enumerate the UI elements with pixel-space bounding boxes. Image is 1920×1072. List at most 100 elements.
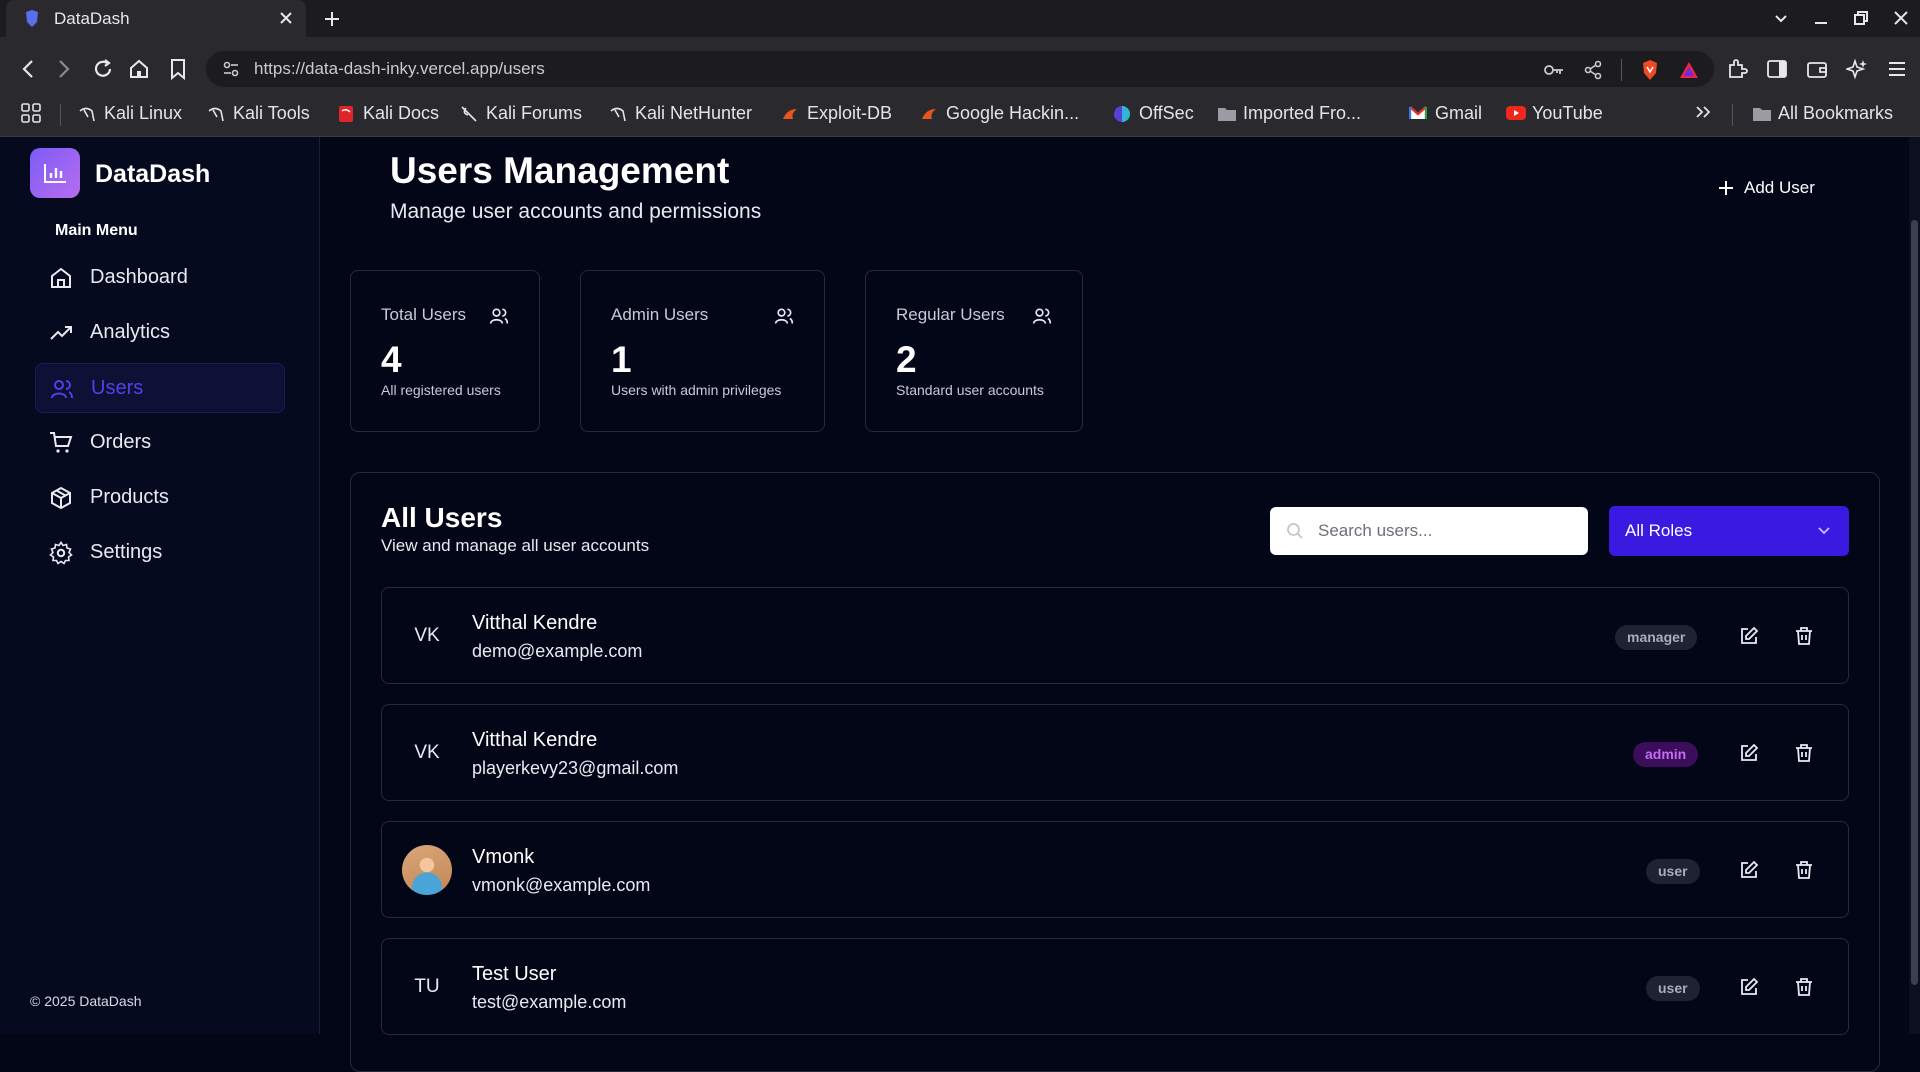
key-icon[interactable] (1543, 60, 1565, 80)
bookmark-label: Kali Forums (486, 103, 583, 123)
menu-icon[interactable] (1886, 58, 1908, 80)
user-name: Vitthal Kendre (472, 729, 598, 751)
users-icon (50, 377, 74, 401)
tab-title: DataDash (54, 9, 130, 28)
offsec-icon (1113, 105, 1131, 123)
trash-icon[interactable] (1794, 977, 1814, 997)
bookmarks-bar: Kali Linux Kali Tools Kali Docs Kali For… (0, 92, 1920, 137)
divider (60, 104, 61, 126)
role-filter-select[interactable]: All Roles (1609, 506, 1849, 556)
search-icon (1286, 522, 1304, 540)
home-icon (49, 266, 73, 290)
back-icon[interactable] (18, 58, 38, 80)
trash-icon[interactable] (1794, 860, 1814, 880)
reload-icon[interactable] (92, 58, 114, 80)
apps-grid-icon[interactable] (20, 102, 42, 124)
close-icon[interactable] (278, 10, 294, 26)
sidebar-toggle-icon[interactable] (1766, 58, 1788, 80)
chevron-down-icon (1817, 524, 1831, 538)
bookmark-offsec[interactable]: OffSec (1113, 103, 1194, 124)
edit-icon[interactable] (1739, 977, 1759, 997)
site-settings-icon[interactable] (222, 60, 240, 78)
users-icon (489, 306, 509, 326)
trash-icon[interactable] (1794, 626, 1814, 646)
tab-search-icon[interactable] (1772, 9, 1790, 27)
sidebar-item-orders[interactable]: Orders (35, 418, 285, 468)
minimize-icon[interactable] (1812, 9, 1830, 27)
bookmark-google-hacking[interactable]: Google Hackin... (920, 103, 1079, 124)
home-browser-icon[interactable] (128, 58, 150, 80)
new-tab-icon[interactable] (322, 9, 342, 29)
user-email: demo@example.com (472, 641, 643, 661)
edit-icon[interactable] (1739, 860, 1759, 880)
search-field[interactable] (1270, 507, 1588, 555)
add-user-label: Add User (1744, 178, 1815, 197)
extensions-icon[interactable] (1726, 58, 1748, 80)
bookmark-label: YouTube (1532, 103, 1603, 123)
user-email: test@example.com (472, 992, 627, 1012)
bar-chart-icon (44, 164, 66, 183)
address-bar[interactable]: https://data-dash-inky.vercel.app/users (206, 51, 1714, 87)
kali-docs-icon (337, 105, 355, 123)
leo-ai-icon[interactable] (1846, 58, 1868, 80)
sidebar-item-dashboard[interactable]: Dashboard (35, 253, 285, 303)
page-subtitle: Manage user accounts and permissions (390, 200, 762, 223)
edit-icon[interactable] (1739, 743, 1759, 763)
copyright: © 2025 DataDash (30, 993, 142, 1009)
folder-icon (1217, 105, 1236, 123)
all-bookmarks[interactable]: All Bookmarks (1752, 103, 1893, 124)
bookmark-youtube[interactable]: YouTube (1506, 103, 1603, 124)
browser-tab[interactable]: DataDash (6, 0, 306, 37)
user-name: Vmonk (472, 846, 535, 868)
brave-rewards-icon[interactable] (1678, 60, 1700, 80)
wallet-icon[interactable] (1806, 58, 1828, 80)
sidebar-item-settings[interactable]: Settings (35, 528, 285, 578)
sidebar-item-products[interactable]: Products (35, 473, 285, 523)
sidebar-item-users[interactable]: Users (35, 363, 285, 413)
divider (1621, 59, 1622, 81)
add-user-button[interactable]: Add User (1718, 178, 1815, 198)
sidebar-item-label: Users (91, 377, 144, 399)
more-bookmarks-icon[interactable] (1694, 102, 1712, 122)
bookmark-icon[interactable] (168, 58, 188, 80)
brave-shields-icon[interactable] (1640, 59, 1660, 81)
cart-icon (49, 431, 73, 455)
role-badge: user (1646, 859, 1700, 884)
user-name: Vitthal Kendre (472, 612, 598, 634)
all-bookmarks-label: All Bookmarks (1778, 103, 1894, 123)
trash-icon[interactable] (1794, 743, 1814, 763)
bookmark-label: Exploit-DB (807, 103, 893, 123)
edit-icon[interactable] (1739, 626, 1759, 646)
restore-icon[interactable] (1852, 9, 1870, 27)
brave-shield-icon (24, 10, 40, 28)
scrollbar-thumb[interactable] (1911, 220, 1918, 985)
avatar: VK (414, 625, 440, 646)
bookmark-exploit-db[interactable]: Exploit-DB (781, 103, 892, 124)
forward-icon[interactable] (54, 58, 74, 80)
avatar: TU (414, 976, 440, 997)
bookmark-label: Google Hackin... (946, 103, 1080, 123)
bookmark-imported-folder[interactable]: Imported Fro... (1217, 103, 1361, 124)
close-window-icon[interactable] (1892, 9, 1910, 27)
avatar-photo (402, 845, 452, 895)
bookmark-kali-forums[interactable]: Kali Forums (460, 103, 582, 124)
search-input[interactable] (1318, 519, 1568, 543)
bookmark-gmail[interactable]: Gmail (1409, 103, 1482, 124)
folder-icon (1752, 105, 1771, 123)
share-icon[interactable] (1583, 60, 1603, 80)
user-name: Test User (472, 963, 557, 985)
sidebar-item-analytics[interactable]: Analytics (35, 308, 285, 358)
bookmark-kali-nethunter[interactable]: Kali NetHunter (609, 103, 752, 124)
exploitdb-icon (920, 105, 938, 123)
stat-card-admin-users: Admin Users 1 Users with admin privilege… (580, 270, 825, 432)
bookmark-label: OffSec (1139, 103, 1194, 123)
sidebar-item-label: Settings (90, 541, 163, 563)
brand-name: DataDash (95, 160, 211, 188)
bookmark-kali-tools[interactable]: Kali Tools (207, 103, 310, 124)
stat-value: 2 (896, 339, 917, 380)
bookmark-kali-docs[interactable]: Kali Docs (337, 103, 439, 124)
bookmark-kali-linux[interactable]: Kali Linux (78, 103, 182, 124)
bookmark-label: Gmail (1435, 103, 1483, 123)
user-email: vmonk@example.com (472, 875, 651, 895)
app-logo[interactable] (30, 148, 80, 198)
